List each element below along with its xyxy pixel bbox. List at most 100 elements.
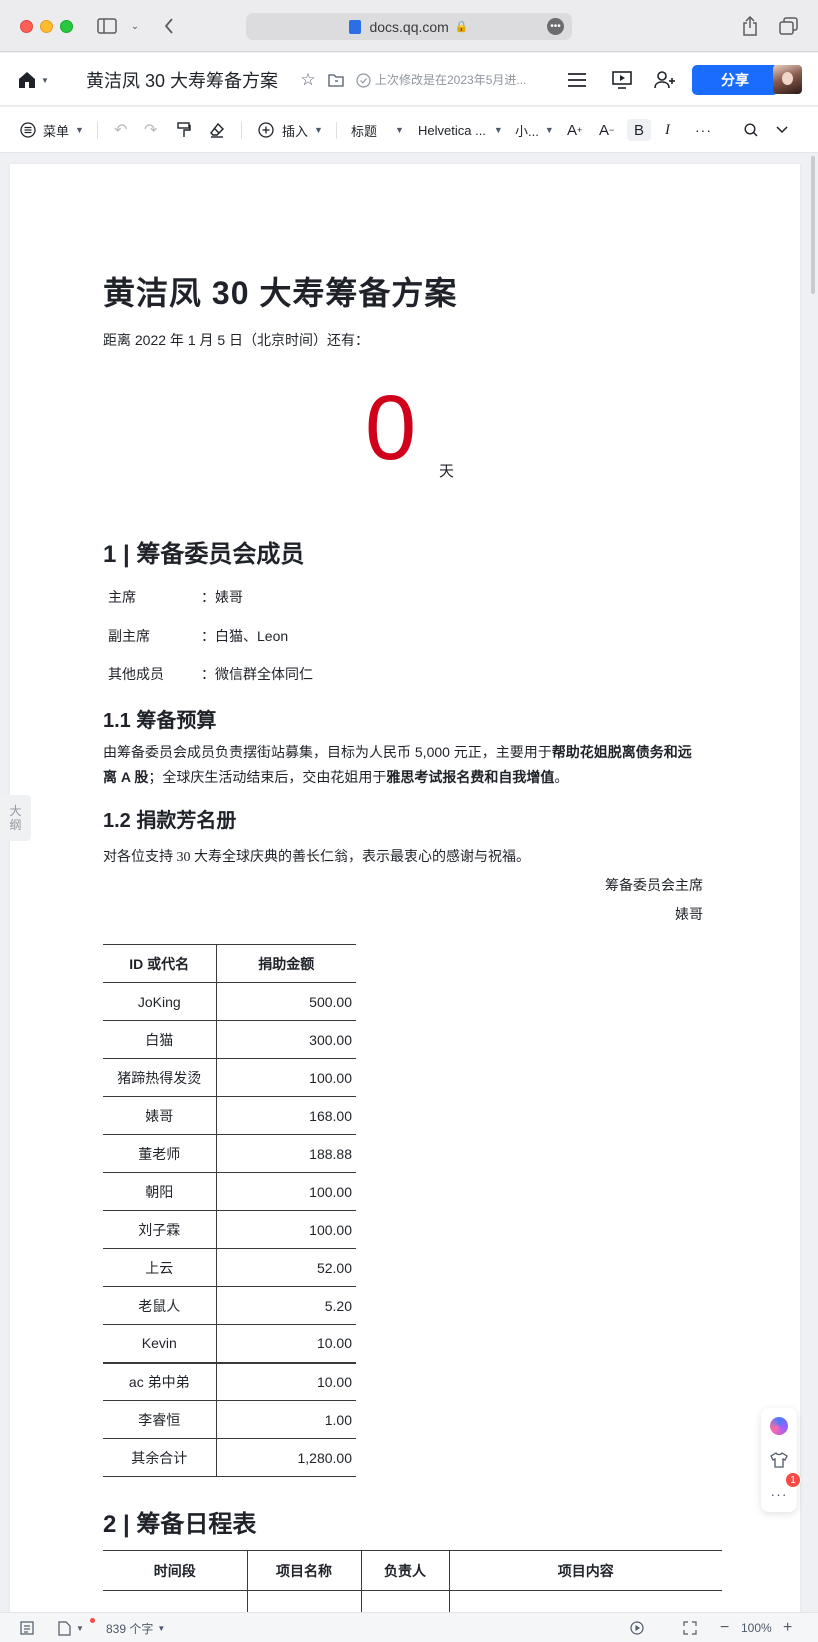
redo-icon[interactable]: ↷ bbox=[144, 119, 157, 141]
donor-amount-cell[interactable]: 100.00 bbox=[216, 1058, 356, 1097]
avatar[interactable] bbox=[773, 65, 802, 94]
address-bar[interactable]: docs.qq.com 🔒 ••• bbox=[246, 13, 572, 40]
sidebar-toggle-icon[interactable] bbox=[96, 14, 118, 38]
signature-role: 筹备委员会主席 bbox=[605, 879, 703, 894]
zoom-out-button[interactable]: − bbox=[720, 1619, 729, 1637]
donor-amount-cell[interactable]: 10.00 bbox=[216, 1361, 356, 1401]
caret-down-icon: ▼ bbox=[75, 125, 84, 135]
doc-title[interactable]: 黄洁凤 30 大寿筹备方案 bbox=[86, 67, 278, 93]
donor-amount-cell[interactable]: 52.00 bbox=[216, 1248, 356, 1287]
donor-id-cell[interactable]: 上云 bbox=[103, 1248, 217, 1287]
play-icon[interactable] bbox=[630, 1619, 644, 1637]
donor-id-cell[interactable]: 李睿恒 bbox=[103, 1400, 217, 1439]
budget-paragraph[interactable]: 由筹备委员会成员负责摆街站募集，目标为人民币 5,000 元正，主要用于帮助花姐… bbox=[103, 740, 703, 790]
chevron-down-icon[interactable]: ⌄ bbox=[128, 14, 142, 38]
format-painter-icon[interactable] bbox=[177, 119, 191, 141]
table-cell[interactable] bbox=[449, 1591, 722, 1615]
scrollbar-track[interactable] bbox=[810, 154, 816, 1604]
present-icon[interactable] bbox=[610, 69, 634, 91]
collapse-toolbar-icon[interactable] bbox=[776, 119, 788, 141]
outline-tab[interactable]: 大 纲 bbox=[0, 795, 31, 841]
donor-amount-cell[interactable]: 100.00 bbox=[216, 1172, 356, 1211]
zoom-window-button[interactable] bbox=[60, 20, 73, 33]
paragraph-style-dropdown[interactable]: 标题 ▼ bbox=[351, 119, 404, 141]
more-icon[interactable]: ••• bbox=[547, 18, 564, 35]
donor-amount-cell[interactable]: 10.00 bbox=[216, 1324, 356, 1363]
table-cell[interactable] bbox=[247, 1590, 362, 1614]
fullscreen-icon[interactable] bbox=[683, 1619, 697, 1637]
document-menu-icon[interactable] bbox=[566, 69, 588, 91]
donor-amount-cell[interactable]: 5.20 bbox=[216, 1286, 356, 1325]
countdown-unit: 天 bbox=[439, 463, 455, 480]
subsection-heading[interactable]: 1.1 筹备预算 bbox=[103, 704, 216, 733]
last-edit-text[interactable]: 上次修改是在2023年5月进... bbox=[375, 71, 526, 88]
donor-id-cell[interactable]: 其余合计 bbox=[103, 1438, 217, 1477]
zoom-level[interactable]: 100% bbox=[741, 1619, 772, 1637]
table-cell[interactable] bbox=[103, 1590, 248, 1614]
donor-id-cell[interactable]: 刘子霖 bbox=[103, 1210, 217, 1249]
donor-amount-cell[interactable]: 168.00 bbox=[216, 1096, 356, 1135]
increase-font-size-icon[interactable]: A + bbox=[567, 119, 582, 141]
donor-amount-cell[interactable]: 1,280.00 bbox=[216, 1438, 356, 1477]
move-to-folder-icon[interactable] bbox=[326, 69, 346, 91]
column-header: ID 或代名 bbox=[103, 944, 217, 983]
add-collaborator-icon[interactable] bbox=[652, 69, 678, 91]
donor-id-cell[interactable]: ac 弟中弟 bbox=[103, 1361, 217, 1401]
donor-amount-cell[interactable]: 300.00 bbox=[216, 1020, 356, 1059]
doc-header: ▼ 黄洁凤 30 大寿筹备方案 ☆ 上次修改是在2023年5月进... 分享 bbox=[0, 53, 818, 106]
decrease-font-size-icon[interactable]: A − bbox=[599, 119, 614, 141]
column-header: 负责人 bbox=[361, 1550, 450, 1591]
donor-id-cell[interactable]: 婊哥 bbox=[103, 1096, 217, 1135]
donor-id-cell[interactable]: JoKing bbox=[103, 982, 217, 1021]
scrollbar-thumb[interactable] bbox=[811, 156, 815, 294]
donor-amount-cell[interactable]: 188.88 bbox=[216, 1134, 356, 1173]
search-icon[interactable] bbox=[744, 119, 758, 141]
section-heading[interactable]: 1 | 筹备委员会成员 bbox=[103, 534, 304, 569]
member-colon: ： bbox=[201, 628, 215, 644]
donor-amount-cell[interactable]: 100.00 bbox=[216, 1210, 356, 1249]
more-formatting-icon[interactable]: ··· bbox=[695, 119, 712, 141]
table-row: 上云 52.00 bbox=[103, 1248, 356, 1287]
donor-amount-cell[interactable]: 500.00 bbox=[216, 982, 356, 1021]
tab-overview-icon[interactable] bbox=[778, 14, 800, 38]
italic-icon[interactable]: I bbox=[665, 119, 670, 141]
font-size-dropdown[interactable]: 小... ▼ bbox=[515, 119, 554, 141]
ai-assistant-icon[interactable] bbox=[761, 1414, 797, 1438]
donor-id-cell[interactable]: Kevin bbox=[103, 1324, 217, 1363]
document-title[interactable]: 黄洁凤 30 大寿筹备方案 bbox=[103, 268, 457, 314]
subsection-heading[interactable]: 1.2 捐款芳名册 bbox=[103, 804, 236, 833]
page-view-icon[interactable]: ▼ bbox=[58, 1619, 84, 1637]
thanks-text[interactable]: 对各位支持 30 大寿全球庆典的善长仁翁，表示最衷心的感谢与祝福。 bbox=[103, 846, 530, 866]
donor-table[interactable]: ID 或代名 捐助金额 JoKing 500.00 白猫 300.00 猪蹄热得发烫 10… bbox=[103, 944, 356, 1477]
menu-button[interactable]: 菜单 ▼ bbox=[20, 119, 84, 141]
home-menu-caret-icon[interactable]: ▼ bbox=[40, 69, 50, 91]
star-icon[interactable]: ☆ bbox=[298, 69, 318, 91]
share-button[interactable]: 分享 bbox=[692, 65, 778, 95]
donor-id-cell[interactable]: 董老师 bbox=[103, 1134, 217, 1173]
donor-id-cell[interactable]: 朝阳 bbox=[103, 1172, 217, 1211]
close-window-button[interactable] bbox=[20, 20, 33, 33]
donor-amount-cell[interactable]: 1.00 bbox=[216, 1400, 356, 1439]
countdown-label[interactable]: 距离 2022 年 1 月 5 日（北京时间）还有： bbox=[103, 330, 369, 350]
minimize-window-button[interactable] bbox=[40, 20, 53, 33]
word-count[interactable]: 839 个字 ▼ bbox=[106, 1619, 165, 1637]
schedule-table[interactable]: 时间段 项目名称 负责人 项目内容 bbox=[103, 1550, 722, 1614]
donor-id-cell[interactable]: 白猫 bbox=[103, 1020, 217, 1059]
toolbar-divider bbox=[336, 122, 337, 139]
donor-id-cell[interactable]: 猪蹄热得发烫 bbox=[103, 1058, 217, 1097]
outline-list-icon[interactable] bbox=[20, 1619, 34, 1637]
home-icon[interactable] bbox=[16, 69, 38, 91]
back-icon[interactable] bbox=[160, 14, 178, 38]
bold-icon[interactable]: B bbox=[627, 119, 651, 141]
clear-format-icon[interactable] bbox=[209, 119, 225, 141]
donor-id-cell[interactable]: 老鼠人 bbox=[103, 1286, 217, 1325]
share-sheet-icon[interactable] bbox=[740, 14, 760, 38]
zoom-in-button[interactable]: + bbox=[783, 1619, 792, 1637]
font-family-dropdown[interactable]: Helvetica ... ▼ bbox=[418, 119, 503, 141]
insert-button[interactable]: 插入 ▼ bbox=[258, 119, 323, 141]
undo-icon[interactable]: ↶ bbox=[114, 119, 127, 141]
theme-shirt-icon[interactable] bbox=[761, 1448, 797, 1472]
document-page[interactable]: 黄洁凤 30 大寿筹备方案 距离 2022 年 1 月 5 日（北京时间）还有：… bbox=[10, 164, 800, 1614]
section-heading[interactable]: 2 | 筹备日程表 bbox=[103, 1504, 256, 1539]
table-cell[interactable] bbox=[361, 1590, 450, 1614]
